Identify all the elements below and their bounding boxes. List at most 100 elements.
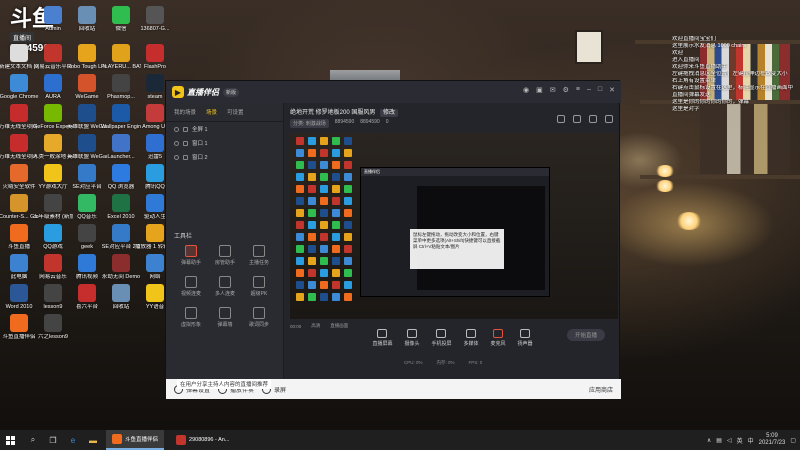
start-button[interactable] [0, 430, 20, 450]
fullscreen-icon[interactable] [605, 115, 613, 123]
app-icon [78, 104, 96, 122]
tab-settings[interactable]: 可设置 [227, 108, 244, 116]
file-explorer-icon[interactable]: ▬ [86, 433, 100, 447]
lock-icon[interactable] [183, 154, 188, 160]
preview-desktop-icon [308, 269, 316, 277]
lock-icon[interactable] [573, 115, 581, 123]
mail-icon[interactable]: ✉ [550, 86, 556, 94]
network-icon[interactable]: ▤ [716, 437, 722, 444]
start-stream-button[interactable]: 开始直播 [567, 329, 605, 341]
gift-icon[interactable]: ▣ [536, 86, 543, 94]
source-button[interactable]: 手机投屏 [431, 329, 452, 347]
source-icon [520, 329, 531, 338]
stream-category[interactable]: 分类: 刺激战场 [290, 119, 329, 128]
preview-desktop-icon [296, 245, 304, 253]
close-icon[interactable]: ✕ [609, 86, 615, 94]
app-icon [10, 74, 28, 92]
stream-preview[interactable]: 直播伴侣 鼠标左键拖动，拖动改变大小和位置，右键菜单中更多选项(Alt+Shif… [290, 133, 618, 319]
visibility-icon[interactable] [174, 126, 179, 132]
clock[interactable]: 5:09 2021/7/23 [759, 433, 786, 447]
tray-expand-icon[interactable]: ∧ [707, 437, 711, 444]
tool-button[interactable]: 歌词同步 [242, 307, 276, 328]
app-icon [146, 194, 164, 212]
chat-message: 右键点击鼠标设置在这里，标注显示在直播画面中 [672, 85, 794, 91]
app-icon [112, 6, 130, 24]
edge-icon[interactable]: e [66, 433, 80, 447]
tab-scenes[interactable]: 场景 [206, 108, 217, 116]
preview-desktop-icon [308, 137, 316, 145]
input-mode[interactable]: 中 [748, 436, 754, 445]
desktop-icon[interactable]: 回收站 [70, 6, 104, 46]
desktop-icon[interactable]: 回收站 [104, 284, 138, 324]
preview-desktop-icon [320, 233, 328, 241]
search-icon[interactable]: ⌕ [26, 433, 40, 447]
tool-button[interactable]: 视频连麦 [174, 276, 208, 297]
tool-button[interactable]: 弹幕助手 [174, 245, 208, 266]
tool-button[interactable]: 超级PK [242, 276, 276, 297]
source-icon [377, 329, 388, 338]
tool-label: 虚拟形象 [180, 322, 201, 328]
taskbar-app[interactable]: 斗鱼直播伴侣 [106, 430, 165, 450]
settings-icon[interactable]: ⚙ [563, 86, 569, 94]
app-icon [44, 104, 62, 122]
livestream-app-window: ▶ 直播伴侣 新版 ◉ ▣ ✉ ⚙ ≡ – □ ✕ 我的场景 场景 可设置 全屏… [165, 80, 621, 399]
app-icon [44, 224, 62, 242]
stream-title[interactable]: 绝地开荒 修罗地板200 国服风男 [290, 110, 375, 116]
desktop-icon[interactable]: 微信 [104, 6, 138, 46]
app-store-link[interactable]: 应用商店 [589, 385, 613, 394]
desktop-icon-label: 136807-G... [140, 26, 170, 32]
visibility-icon[interactable] [174, 154, 179, 160]
scene-item[interactable]: 窗口 2 [166, 150, 283, 164]
chat-message: 欢迎你来斗鱼直播助手 [672, 64, 728, 70]
taskbar-app[interactable]: 29080896 - An... [170, 430, 235, 450]
scene-item[interactable]: 全屏 1 [166, 122, 283, 136]
taskbar-app-icon [112, 434, 122, 444]
viewer-count: 0 [385, 119, 389, 125]
source-icon [436, 329, 447, 338]
source-button[interactable]: 扬声器 [518, 329, 533, 347]
task-view-icon[interactable]: ❐ [46, 433, 60, 447]
preview-desktop-icon [308, 185, 316, 193]
edit-title-button[interactable]: 修改 [380, 109, 399, 117]
screenshot-icon[interactable] [589, 115, 597, 123]
tool-button[interactable]: 虚拟形象 [174, 307, 208, 328]
app-titlebar[interactable]: ▶ 直播伴侣 新版 ◉ ▣ ✉ ⚙ ≡ – □ ✕ [166, 81, 621, 103]
preview-desktop-icon [308, 197, 316, 205]
tab-my-scenes[interactable]: 我的场景 [174, 108, 196, 116]
app-icon [146, 224, 164, 242]
maximize-icon[interactable]: □ [598, 86, 602, 94]
source-button[interactable]: 麦克风 [491, 329, 506, 347]
tool-button[interactable]: 主播任务 [242, 245, 276, 266]
app-icon [10, 164, 28, 182]
preview-desktop-icon [332, 281, 340, 289]
desktop-icon[interactable]: 六之lesson9 [36, 314, 70, 354]
input-method[interactable]: 英 [737, 436, 743, 445]
volume-icon[interactable]: ◁ [727, 437, 732, 444]
lock-icon[interactable] [183, 126, 188, 132]
preview-desktop-icon [332, 293, 340, 301]
desktop-icon[interactable]: 喜六平台 [70, 284, 104, 324]
app-icon [78, 74, 96, 92]
tool-button[interactable]: 弹幕墙 [208, 307, 242, 328]
app-icon [78, 224, 96, 242]
taskbar-app-label: 29080896 - An... [189, 437, 230, 443]
visibility-icon[interactable] [174, 140, 179, 146]
app-icon [78, 134, 96, 152]
preview-desktop-icon [332, 137, 340, 145]
desktop-icon[interactable]: 斗鱼直播伴侣 [2, 314, 36, 354]
minimize-icon[interactable]: – [587, 86, 591, 94]
menu-icon[interactable]: ≡ [576, 86, 580, 94]
desktop-icon[interactable]: 136807-G... [138, 6, 172, 46]
layout-icon[interactable] [557, 115, 565, 123]
source-button[interactable]: 摄像头 [404, 329, 419, 347]
user-icon[interactable]: ◉ [523, 86, 529, 94]
desktop-icon[interactable]: Admin [36, 6, 70, 46]
app-icon [10, 194, 28, 212]
tool-button[interactable]: 多人连麦 [208, 276, 242, 297]
source-button[interactable]: 多媒体 [464, 329, 479, 347]
lock-icon[interactable] [183, 140, 188, 146]
notification-icon[interactable]: ▢ [790, 437, 796, 444]
scene-item[interactable]: 窗口 1 [166, 136, 283, 150]
source-button[interactable]: 直播屏幕 [372, 329, 392, 347]
tool-button[interactable]: 房管助手 [208, 245, 242, 266]
